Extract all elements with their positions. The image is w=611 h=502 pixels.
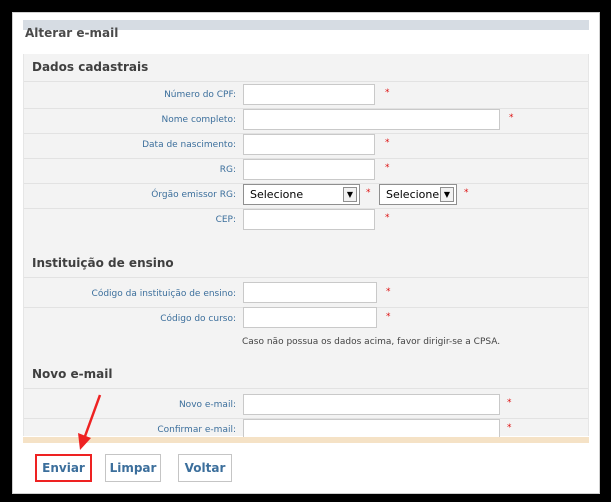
rg-issuer-label: Órgão emissor RG: [151, 190, 236, 200]
submit-button[interactable]: Enviar [35, 454, 92, 482]
cep-label: CEP: [215, 215, 236, 225]
divider [24, 81, 588, 82]
new-email-input[interactable] [243, 394, 500, 415]
full-name-input[interactable] [243, 109, 500, 130]
confirm-email-label: Confirmar e-mail: [157, 425, 236, 435]
back-button[interactable]: Voltar [178, 454, 232, 482]
required-marker: * [386, 312, 391, 322]
required-marker: * [386, 287, 391, 297]
rg-issuer-select-value: Selecione [250, 188, 304, 201]
clear-button[interactable]: Limpar [105, 454, 161, 482]
institution-note: Caso não possua os dados acima, favor di… [242, 337, 501, 347]
required-marker: * [509, 113, 514, 123]
full-name-label: Nome completo: [161, 115, 236, 125]
rg-state-select-value: Selecione [386, 188, 440, 201]
cpf-input[interactable] [243, 84, 375, 105]
birth-date-label: Data de nascimento: [142, 140, 236, 150]
birth-date-input[interactable] [243, 134, 375, 155]
divider [24, 388, 588, 389]
required-marker: * [385, 138, 390, 148]
required-marker: * [507, 423, 512, 433]
chevron-down-icon[interactable]: ▼ [440, 187, 454, 202]
required-marker: * [366, 188, 371, 198]
section-title-personal: Dados cadastrais [32, 60, 149, 74]
course-code-label: Código do curso: [160, 314, 236, 324]
course-code-input[interactable] [243, 307, 377, 328]
required-marker: * [507, 398, 512, 408]
rg-label: RG: [219, 165, 236, 175]
email-change-panel: Alterar e-mail Dados cadastrais Número d… [12, 12, 600, 494]
cep-input[interactable] [243, 209, 375, 230]
panel-title: Alterar e-mail [25, 26, 119, 40]
cpf-label: Número do CPF: [164, 90, 236, 100]
footer-strip [23, 437, 589, 443]
institution-code-input[interactable] [243, 282, 377, 303]
rg-input[interactable] [243, 159, 375, 180]
required-marker: * [385, 88, 390, 98]
required-marker: * [385, 213, 390, 223]
form-body: Dados cadastrais Número do CPF: * Nome c… [23, 54, 589, 440]
institution-code-label: Código da instituição de ensino: [91, 289, 236, 299]
chevron-down-icon[interactable]: ▼ [343, 187, 357, 202]
panel-header: Alterar e-mail [13, 13, 599, 49]
divider [24, 277, 588, 278]
rg-state-select[interactable]: Selecione ▼ [379, 184, 457, 205]
required-marker: * [385, 163, 390, 173]
rg-issuer-select[interactable]: Selecione ▼ [243, 184, 360, 205]
section-title-institution: Instituição de ensino [32, 256, 174, 270]
required-marker: * [464, 188, 469, 198]
section-title-new-email: Novo e-mail [32, 367, 113, 381]
new-email-label: Novo e-mail: [178, 400, 236, 410]
